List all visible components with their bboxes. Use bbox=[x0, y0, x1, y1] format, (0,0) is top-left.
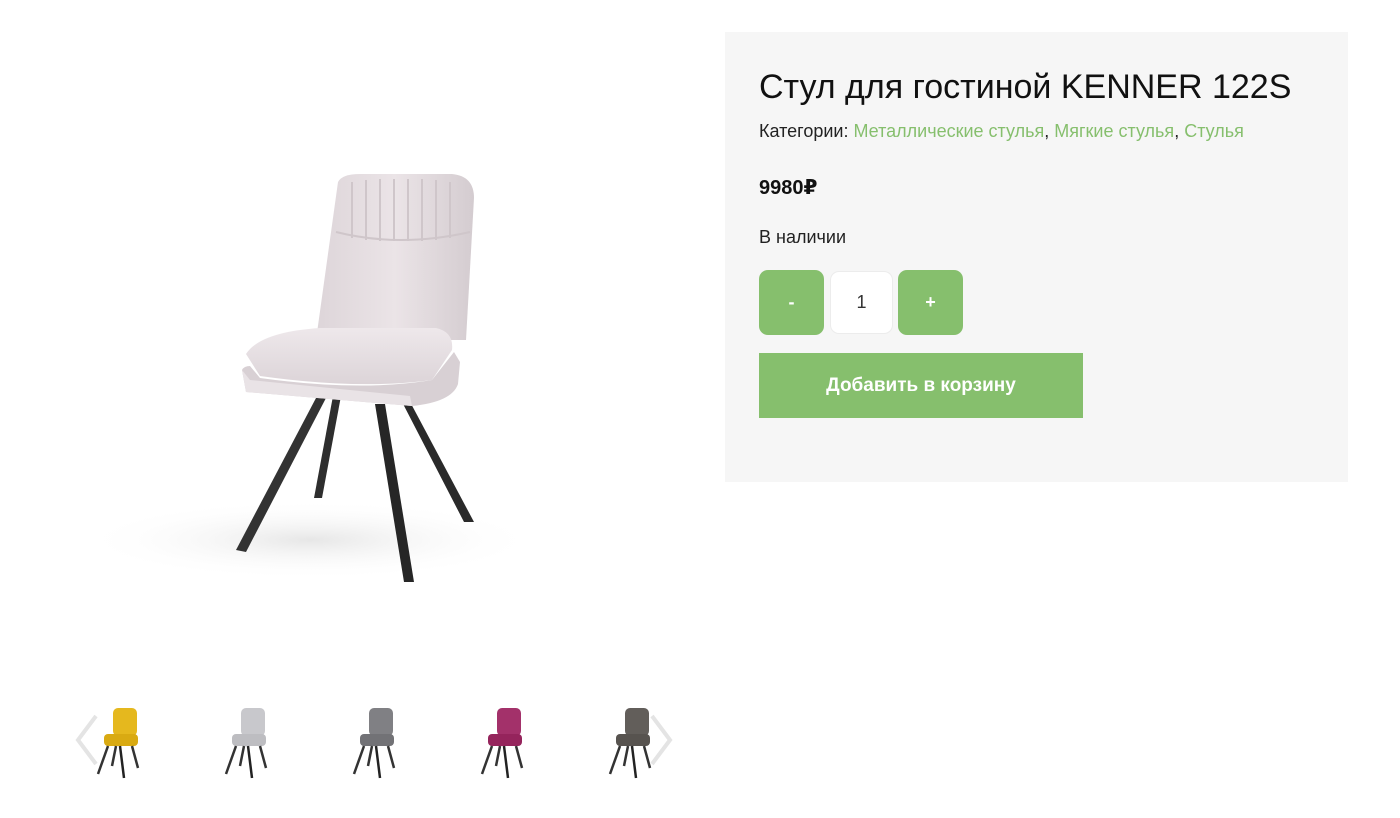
quantity-input[interactable] bbox=[830, 271, 893, 334]
carousel-next-button[interactable] bbox=[646, 712, 676, 768]
stock-status: В наличии bbox=[759, 227, 847, 247]
main-product-image[interactable] bbox=[60, 140, 680, 620]
product-title: Стул для гостиной KENNER 122S bbox=[759, 68, 1292, 106]
thumbnail-magenta-chair[interactable] bbox=[464, 696, 544, 786]
product-categories: Категории: Металлические стулья, Мягкие … bbox=[759, 119, 1244, 143]
category-separator: , bbox=[1044, 121, 1050, 141]
product-page: Стул для гостиной KENNER 122S Категории:… bbox=[0, 0, 1400, 818]
thumbnail-grey-chair[interactable] bbox=[336, 696, 416, 786]
chair-grey-icon bbox=[352, 708, 396, 779]
product-summary-panel: Стул для гостиной KENNER 122S Категории:… bbox=[725, 32, 1348, 482]
add-to-cart-button[interactable]: Добавить в корзину bbox=[759, 353, 1083, 418]
carousel-prev-button[interactable] bbox=[72, 712, 102, 768]
chair-light-grey-icon bbox=[224, 708, 268, 779]
category-separator: , bbox=[1174, 121, 1180, 141]
chair-image bbox=[80, 174, 540, 582]
categories-label: Категории: bbox=[759, 121, 849, 141]
thumbnail-strip bbox=[70, 696, 690, 786]
category-link-chairs[interactable]: Стулья bbox=[1184, 121, 1244, 141]
category-link-soft-chairs[interactable]: Мягкие стулья bbox=[1054, 121, 1174, 141]
chevron-right-icon bbox=[650, 714, 673, 766]
quantity-increase-button[interactable]: + bbox=[898, 270, 963, 335]
chair-magenta-icon bbox=[480, 708, 524, 779]
product-price: 9980₽ bbox=[759, 177, 818, 199]
category-link-metal-chairs[interactable]: Металлические стулья bbox=[853, 121, 1044, 141]
quantity-decrease-button[interactable]: - bbox=[759, 270, 824, 335]
thumbnail-light-grey-chair[interactable] bbox=[208, 696, 288, 786]
chevron-left-icon bbox=[75, 714, 98, 766]
